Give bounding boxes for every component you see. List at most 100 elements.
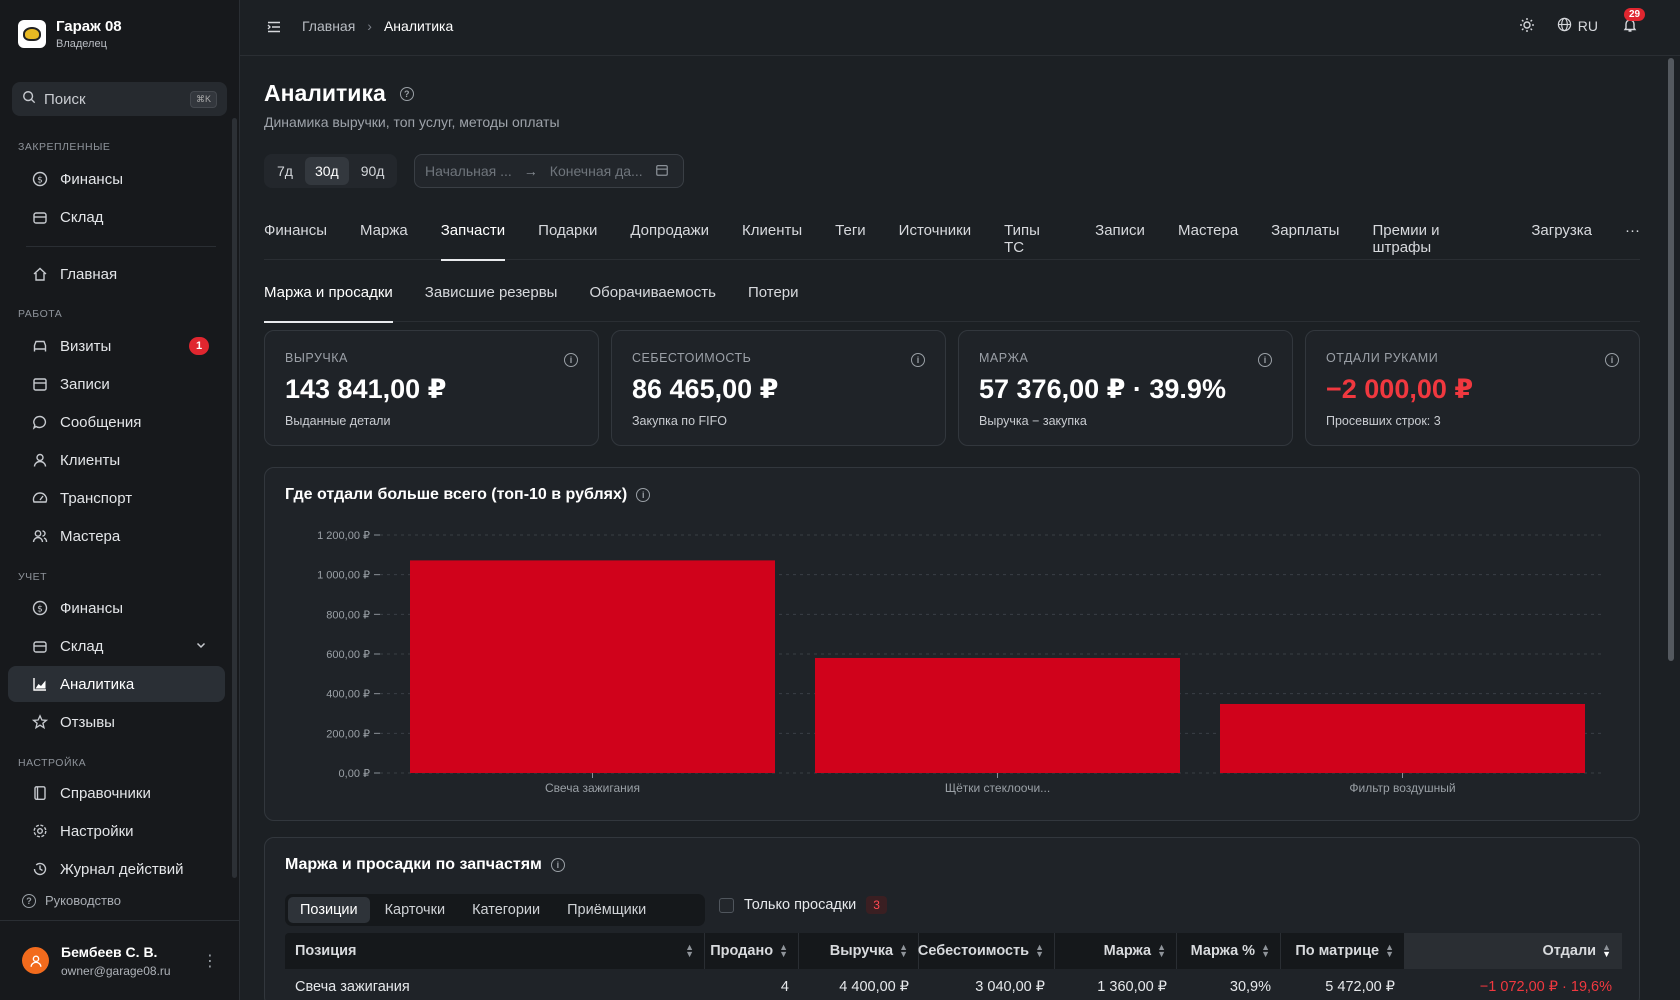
column-header[interactable]: Отдали ▲ ▼ [1405,933,1622,969]
segment-2[interactable]: Категории [460,897,552,923]
theme-toggle-sun-icon[interactable] [1519,17,1535,36]
notifications-button[interactable]: 29 [1620,8,1646,36]
tab-1[interactable]: Маржа [360,222,408,260]
info-icon[interactable]: i [564,353,578,367]
tab-2[interactable]: Запчасти [440,222,506,261]
sidebar-item-finance[interactable]: $ Финансы [8,590,225,626]
kpi-label: Отдали руками [1326,351,1439,365]
column-header[interactable]: Маржа ▲ ▼ [1055,933,1177,969]
tab-6[interactable]: Теги [835,222,866,260]
sidebar-toggle-icon[interactable] [266,19,282,39]
tab-5[interactable]: Клиенты [742,222,802,260]
tab-11[interactable]: Зарплаты [1271,222,1339,260]
sidebar-item-settings[interactable]: Настройки [8,813,225,849]
range-7d-button[interactable]: 7д [267,157,303,185]
x-tick-label: Свеча зажигания [545,781,640,795]
only-drops-checkbox[interactable] [719,897,734,913]
user-profile[interactable]: Бембеев С. В. owner@garage08.ru ⋮ [0,920,240,1000]
sidebar-item-transport[interactable]: Транспорт [8,480,225,516]
calendar-icon [32,376,48,392]
range-90d-button[interactable]: 90д [351,157,395,185]
only-drops-toggle[interactable]: Только просадки 3 [719,896,887,914]
y-tick-label: 1 200,00 ₽ [317,530,370,542]
subtab-2[interactable]: Оборачиваемость [589,284,715,322]
end-date-input[interactable]: Конечная да... [550,163,643,179]
segment-3[interactable]: Приёмщики [555,897,658,923]
guide-link[interactable]: ? Руководство [22,893,121,908]
subtab-3[interactable]: Потери [748,284,799,322]
tab-9[interactable]: Записи [1095,222,1145,260]
chevron-down-icon[interactable] [195,638,207,655]
column-header[interactable]: Маржа % ▲ ▼ [1177,933,1281,969]
sidebar-item-pinned-finance[interactable]: $ Финансы [8,161,225,197]
sort-icon: ▲ ▼ [1385,941,1394,959]
table-cell: 5 472,00 ₽ [1325,978,1395,995]
tab-0[interactable]: Финансы [264,222,327,260]
main-scrollbar[interactable] [1668,58,1674,661]
tab-3[interactable]: Подарки [538,222,597,260]
column-header[interactable]: По матрице ▲ ▼ [1281,933,1405,969]
tab-8[interactable]: Типы ТС [1004,222,1062,260]
sort-icon: ▲ ▼ [685,941,694,959]
tab-13[interactable]: Загрузка [1531,222,1592,260]
range-30d-button[interactable]: 30д [304,157,349,185]
table-cell: 3 040,00 ₽ [975,978,1045,995]
sidebar-item-label: Главная [60,265,118,283]
sidebar-item-analytics[interactable]: Аналитика [8,666,225,702]
subtab-1[interactable]: Зависшие резервы [425,284,558,322]
sidebar-item-label: Визиты [60,337,112,355]
column-header[interactable]: Выручка ▲ ▼ [799,933,919,969]
help-circle-icon[interactable]: ? [399,86,414,101]
book-icon [32,785,48,801]
arrow-right-icon: → [523,163,538,179]
search-shortcut: ⌘K [189,90,217,108]
tab-4[interactable]: Допродажи [630,222,709,260]
segment-0[interactable]: Позиции [288,897,370,923]
info-icon[interactable]: i [911,353,925,367]
sidebar-item-label: Клиенты [60,451,121,469]
section-settings: Настройка [18,757,87,769]
sidebar-item-label: Склад [60,637,104,655]
kpi-label: Маржа [979,351,1029,365]
column-header[interactable]: Позиция ▲ ▼ [285,933,705,969]
page-subtitle: Динамика выручки, топ услуг, методы опла… [264,114,560,130]
section-accounting: Учет [18,571,48,583]
info-icon[interactable]: i [550,858,565,872]
tab-10[interactable]: Мастера [1178,222,1238,260]
info-icon[interactable]: i [1258,353,1272,367]
more-vertical-icon[interactable]: ⋮ [202,951,218,971]
column-header[interactable]: Себестоимость ▲ ▼ [918,933,1055,969]
brand-name: Гараж 08 [56,18,122,35]
sidebar-item-reviews[interactable]: Отзывы [8,704,225,740]
tab-7[interactable]: Источники [899,222,971,260]
info-icon[interactable]: i [1605,353,1619,367]
search-input[interactable]: Поиск ⌘K [12,82,227,116]
sidebar-scrollbar[interactable] [232,118,237,878]
sidebar-item-messages[interactable]: Сообщения [8,404,225,440]
more-tabs-button[interactable]: ··· [1625,222,1640,260]
y-tick-label: 800,00 ₽ [326,609,370,621]
segment-1[interactable]: Карточки [373,897,457,923]
sidebar-item-masters[interactable]: Мастера [8,518,225,554]
sidebar-item-label: Записи [60,375,110,393]
sidebar-item-references[interactable]: Справочники [8,775,225,811]
start-date-input[interactable]: Начальная ... [425,163,512,179]
sidebar-item-visits[interactable]: Визиты 1 [8,328,225,364]
y-tick-label: 1 000,00 ₽ [317,570,370,582]
sidebar-item-pinned-warehouse[interactable]: Склад [8,199,225,235]
sidebar-item-warehouse[interactable]: Склад [8,628,225,664]
sidebar-item-activity-log[interactable]: Журнал действий [8,851,225,887]
sidebar-item-label: Финансы [60,170,123,188]
breadcrumb-home[interactable]: Главная [302,18,355,34]
column-header[interactable]: Продано ▲ ▼ [705,933,799,969]
sidebar-item-home[interactable]: Главная [8,256,225,292]
language-switcher[interactable]: RU [1557,17,1598,35]
brand[interactable]: Гараж 08 Владелец [18,18,122,50]
table-row[interactable]: Свеча зажигания 4 4 400,00 ₽ 3 040,00 ₽ 1 36… [285,969,1622,1000]
subtab-0[interactable]: Маржа и просадки [264,284,393,323]
sidebar-item-clients[interactable]: Клиенты [8,442,225,478]
sidebar-item-appointments[interactable]: Записи [8,366,225,402]
page-title: Аналитика ? [264,80,414,107]
tab-12[interactable]: Премии и штрафы [1372,222,1498,260]
date-range-picker[interactable]: Начальная ... → Конечная да... [414,154,684,188]
